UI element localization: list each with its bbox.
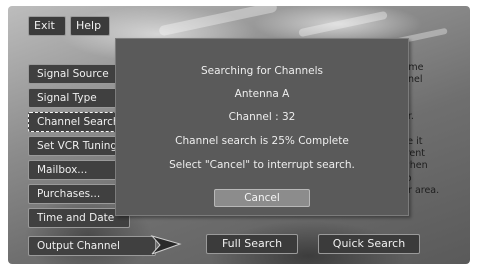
quick-search-button[interactable]: Quick Search	[318, 234, 420, 254]
help-button[interactable]: Help	[70, 16, 110, 36]
menu-item-output-channel[interactable]: Output Channel	[28, 236, 156, 256]
help-text-panel: time nnel n ar. ce it rrent when to ur a…	[402, 62, 472, 197]
help-text-line	[402, 123, 472, 135]
help-text-line: ce it	[402, 135, 423, 147]
cancel-button[interactable]: Cancel	[214, 189, 310, 207]
instruction-text: Select "Cancel" to interrupt search.	[169, 159, 355, 171]
exit-button[interactable]: Exit	[28, 16, 66, 36]
channel-readout: Channel : 32	[228, 111, 296, 123]
help-text-line: ar.	[402, 111, 472, 123]
help-text-line: to	[402, 173, 472, 185]
help-text-line: n	[402, 87, 472, 99]
help-text-line: ur area.	[402, 184, 440, 196]
help-text-line: rrent	[402, 148, 426, 160]
background-streak	[158, 6, 278, 37]
full-search-button[interactable]: Full Search	[206, 234, 298, 254]
background-streak	[298, 10, 388, 38]
help-text-line	[402, 99, 472, 111]
dialog-title: Searching for Channels	[200, 65, 323, 77]
progress-text: Channel search is 25% Complete	[175, 135, 349, 147]
arrow-pointer-icon	[150, 235, 182, 255]
help-text-line: nnel	[402, 74, 423, 86]
help-text-line: time	[402, 62, 424, 73]
antenna-label: Antenna A	[234, 88, 290, 100]
channel-search-dialog: Searching for Channels Antenna A Channel…	[115, 38, 409, 216]
help-text-line: when	[402, 160, 428, 172]
